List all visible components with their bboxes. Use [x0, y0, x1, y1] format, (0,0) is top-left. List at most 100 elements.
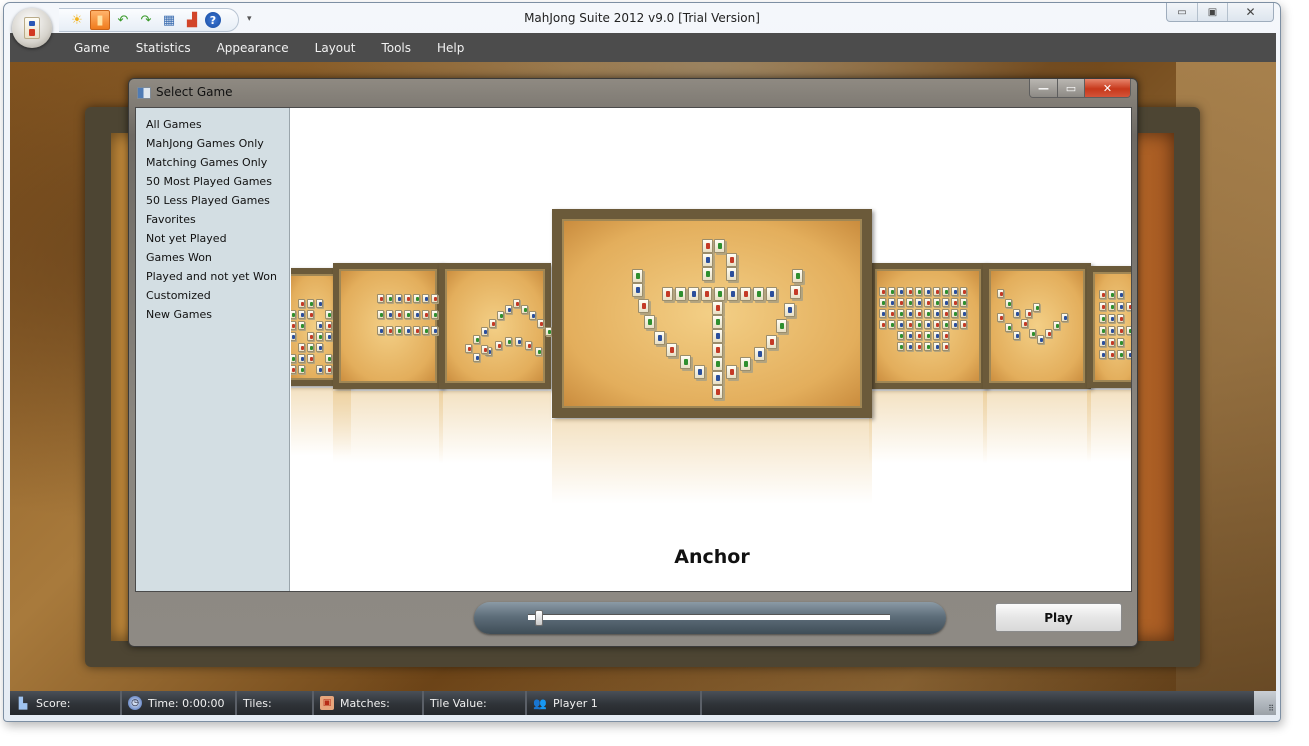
menu-tools[interactable]: Tools: [368, 41, 424, 55]
menu-game[interactable]: Game: [74, 41, 123, 55]
category-less-played[interactable]: 50 Less Played Games: [136, 191, 289, 210]
menu-layout[interactable]: Layout: [302, 41, 369, 55]
mahjong-tile: [307, 332, 314, 341]
matches-label: Matches:: [340, 696, 390, 710]
status-score: ▙ Score:: [10, 691, 122, 715]
slider-track[interactable]: [528, 610, 890, 626]
mahjong-tile: [951, 287, 958, 296]
selected-game-preview[interactable]: [552, 209, 872, 418]
mahjong-tile: [489, 319, 496, 328]
close-button[interactable]: ✕: [1227, 3, 1273, 21]
mahjong-tile: [942, 320, 949, 329]
selected-card-reflection: [552, 419, 872, 519]
mahjong-tile: [377, 310, 384, 319]
mahjong-tile: [915, 320, 922, 329]
category-new-games[interactable]: New Games: [136, 305, 289, 324]
mahjong-tile: [666, 343, 677, 357]
mahjong-tile: [702, 253, 713, 267]
mahjong-tile: [879, 287, 886, 296]
mahjong-tile: [960, 309, 967, 318]
mahjong-tile: [897, 309, 904, 318]
category-most-played[interactable]: 50 Most Played Games: [136, 172, 289, 191]
mahjong-tile: [422, 326, 429, 335]
clock-icon: ◷: [128, 696, 142, 710]
menu-bar: Game Statistics Appearance Layout Tools …: [10, 33, 1276, 62]
game-carousel: Anchor: [291, 108, 1131, 591]
mahjong-tile: [776, 319, 787, 333]
menu-statistics[interactable]: Statistics: [123, 41, 204, 55]
minimize-button[interactable]: ▭: [1167, 3, 1197, 21]
dialog-maximize-button[interactable]: ▭: [1057, 79, 1084, 97]
mahjong-tile: [1108, 314, 1115, 323]
menu-appearance[interactable]: Appearance: [204, 41, 302, 55]
mahjong-tile: [1099, 302, 1106, 311]
mahjong-tile: [298, 321, 305, 330]
mahjong-tile: [897, 331, 904, 340]
maximize-button[interactable]: ▣: [1197, 3, 1227, 21]
game-preview-card[interactable]: [1087, 266, 1131, 388]
mahjong-tile: [1108, 302, 1115, 311]
mahjong-tile: [654, 331, 665, 345]
mahjong-tile: [906, 342, 913, 351]
mahjong-tile: [942, 342, 949, 351]
resize-grip[interactable]: ⠿: [1254, 691, 1276, 715]
category-games-won[interactable]: Games Won: [136, 248, 289, 267]
card-reflection: [1087, 390, 1131, 475]
mahjong-tile: [951, 309, 958, 318]
mahjong-tile: [1108, 326, 1115, 335]
mahjong-tile: [386, 294, 393, 303]
mahjong-tile: [497, 311, 504, 320]
mahjong-tile: [529, 311, 536, 320]
mahjong-tile: [933, 342, 940, 351]
game-preview-card[interactable]: [983, 263, 1091, 389]
mahjong-tile: [924, 331, 931, 340]
mahjong-tile: [404, 326, 411, 335]
mahjong-tile: [740, 357, 751, 371]
mahjong-tile: [915, 298, 922, 307]
mahjong-tile: [712, 315, 723, 329]
mahjong-tile: [291, 365, 296, 374]
category-not-yet-played[interactable]: Not yet Played: [136, 229, 289, 248]
game-preview-card[interactable]: [439, 263, 552, 389]
category-played-not-won[interactable]: Played and not yet Won: [136, 267, 289, 286]
mahjong-tile: [291, 310, 296, 319]
mahjong-tile: [521, 305, 528, 314]
mahjong-tile: [906, 298, 913, 307]
time-label: Time: 0:00:00: [148, 696, 225, 710]
mahjong-tile: [515, 337, 522, 346]
mahjong-tile: [688, 287, 699, 301]
players-icon: 👥: [533, 696, 547, 710]
app-menu-button[interactable]: [12, 8, 52, 48]
dialog-close-button[interactable]: ✕: [1084, 79, 1130, 97]
card-reflection: [333, 391, 443, 476]
game-preview-card[interactable]: [333, 263, 443, 389]
mahjong-tile: [1099, 338, 1106, 347]
mahjong-tile: [712, 371, 723, 385]
game-preview-card[interactable]: [869, 263, 987, 389]
mahjong-tile: [784, 303, 795, 317]
card-reflection: [439, 391, 551, 476]
mahjong-tile: [915, 287, 922, 296]
category-matching-only[interactable]: Matching Games Only: [136, 153, 289, 172]
mahjong-tile: [951, 298, 958, 307]
mahjong-tile: [1061, 313, 1068, 322]
menu-help[interactable]: Help: [424, 41, 477, 55]
category-favorites[interactable]: Favorites: [136, 210, 289, 229]
mahjong-tile: [766, 287, 777, 301]
play-button[interactable]: Play: [995, 603, 1122, 632]
mahjong-tile: [712, 343, 723, 357]
mahjong-tile: [915, 342, 922, 351]
mahjong-tile: [766, 335, 777, 349]
mahjong-tile: [316, 299, 323, 308]
category-mahjong-only[interactable]: MahJong Games Only: [136, 134, 289, 153]
mahjong-tile: [386, 310, 393, 319]
mahjong-tile: [307, 299, 314, 308]
category-customized[interactable]: Customized: [136, 286, 289, 305]
mahjong-tile: [960, 320, 967, 329]
window-controls: ▭ ▣ ✕: [1166, 3, 1274, 22]
dialog-minimize-button[interactable]: —: [1030, 79, 1057, 97]
mahjong-tile: [307, 310, 314, 319]
slider-thumb[interactable]: [534, 610, 543, 626]
category-all-games[interactable]: All Games: [136, 115, 289, 134]
mahjong-tile: [680, 355, 691, 369]
